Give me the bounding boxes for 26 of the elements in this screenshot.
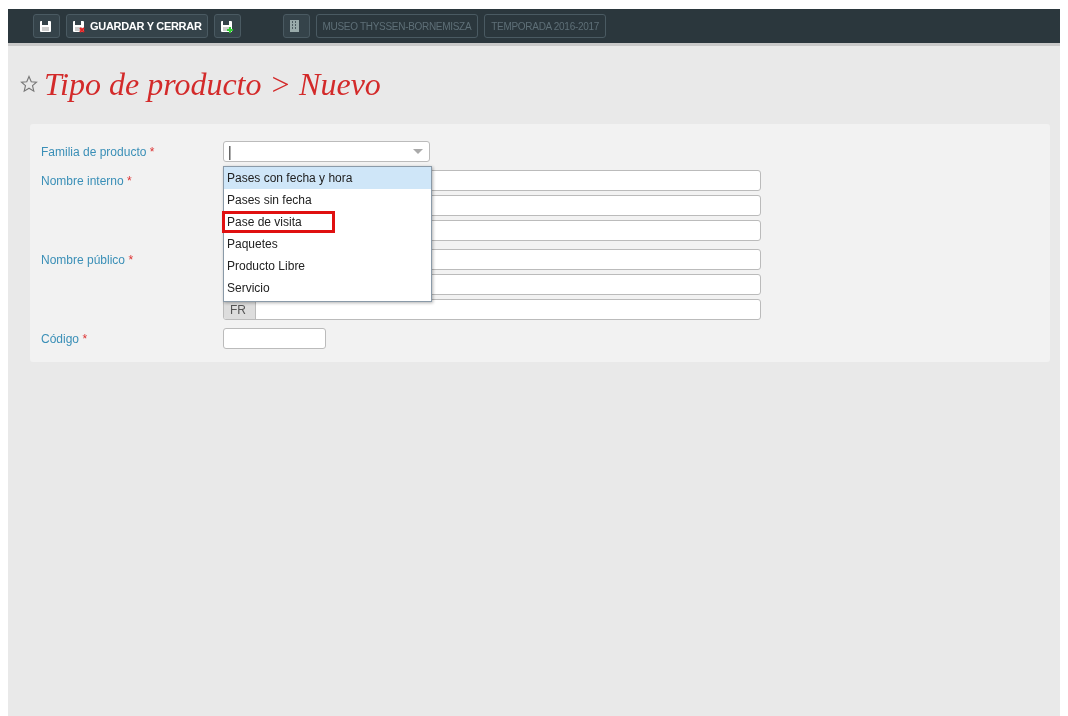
page-title: Tipo de producto > Nuevo [44,65,381,103]
combo-field[interactable]: | [223,141,430,162]
field-label: Código * [41,331,89,348]
venue-label: MUSEO THYSSEN-BORNEMISZA [315,14,479,38]
save-icon [39,19,52,33]
building-button[interactable] [282,14,310,38]
save-button[interactable] [33,14,60,38]
save-new-icon [219,19,233,33]
save-close-icon [72,19,85,33]
dropdown-option[interactable]: Producto Libre [224,255,431,277]
field-label: Nombre interno * [41,173,133,190]
dropdown-option[interactable]: Pase de visita [224,211,431,233]
save-close-button[interactable]: GUARDAR Y CERRAR [66,14,208,38]
field-label: Familia de producto * [41,144,156,161]
field-label: Nombre público * [41,252,135,269]
dropdown-option[interactable]: Pases con fecha y hora [224,167,431,189]
input-field[interactable] [223,328,326,349]
save-new-button[interactable] [213,14,241,38]
dropdown-option[interactable]: Pases sin fecha [224,189,431,211]
building-icon [288,19,300,33]
dropdown-arrow-icon [413,148,423,155]
input-field[interactable]: FR [223,299,761,320]
dropdown-option[interactable]: Servicio [224,277,431,299]
season-label: TEMPORADA 2016-2017 [484,14,606,38]
star-icon[interactable] [20,75,38,93]
dropdown-option[interactable]: Paquetes [224,233,431,255]
